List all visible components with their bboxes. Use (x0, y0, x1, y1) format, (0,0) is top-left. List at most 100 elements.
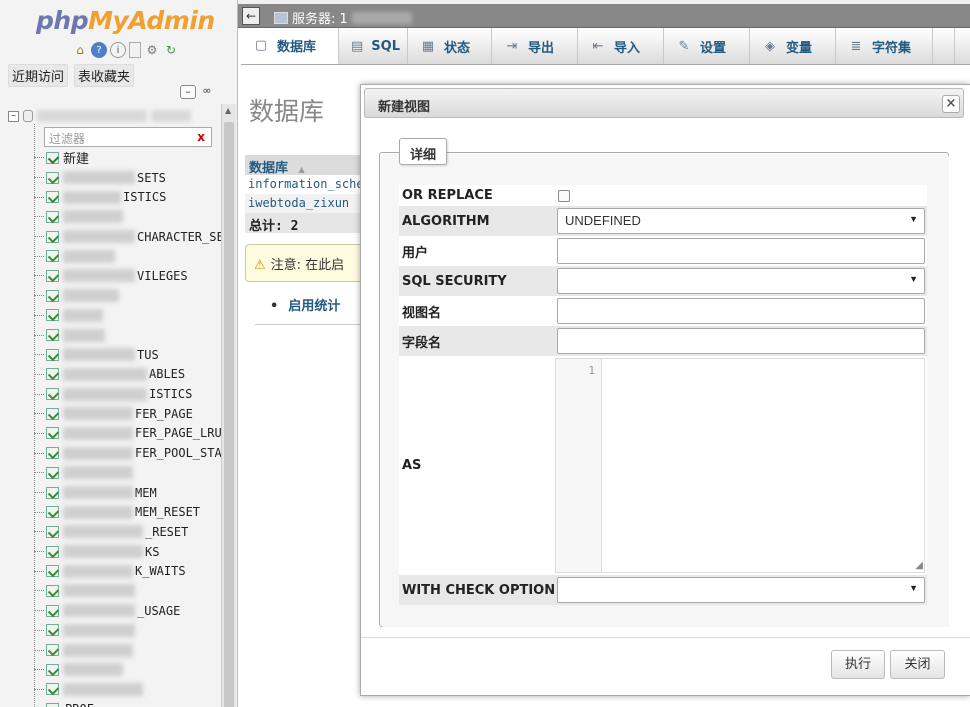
table-icon[interactable] (46, 309, 59, 322)
tab-export[interactable]: ⇥ 导出 (492, 28, 578, 64)
table-list-item[interactable]: CHARACTER_SE (34, 227, 224, 247)
or-replace-checkbox[interactable] (558, 189, 570, 202)
enable-statistics-link[interactable]: 启用统计 (288, 299, 340, 314)
database-row-information-schema[interactable]: information_sche (245, 175, 365, 194)
scrollbar-thumb[interactable] (224, 122, 234, 707)
table-list-item[interactable] (34, 640, 224, 660)
table-icon[interactable] (46, 584, 59, 597)
table-icon[interactable] (46, 329, 59, 342)
database-row-iwebtoda-zixun[interactable]: iwebtoda_zixun (245, 194, 365, 213)
table-icon[interactable] (46, 703, 59, 707)
table-icon[interactable] (46, 506, 59, 519)
table-icon[interactable] (46, 683, 59, 696)
table-icon[interactable] (46, 171, 59, 184)
tab-wrench[interactable]: ✎ 设置 (664, 28, 750, 64)
recent-link[interactable]: 近期访问 (8, 64, 69, 87)
with-check-option-select[interactable]: ▼ (557, 577, 925, 603)
phpmyadmin-logo[interactable]: phpMyAdmin (36, 6, 215, 35)
table-icon[interactable] (46, 466, 59, 479)
sql-security-select[interactable]: ▼ (557, 268, 925, 294)
table-icon[interactable] (46, 269, 59, 282)
back-arrow-icon[interactable]: ← (242, 7, 260, 25)
view-name-input[interactable] (557, 298, 925, 324)
tab-sql[interactable]: ▤ SQL (339, 28, 408, 64)
table-list-item[interactable]: _RESET (34, 522, 224, 542)
table-icon[interactable] (46, 663, 59, 676)
table-list-item[interactable]: KS (34, 542, 224, 562)
table-icon[interactable] (46, 604, 59, 617)
table-list-item[interactable] (34, 207, 224, 227)
table-list-item[interactable]: K_WAITS (34, 561, 224, 581)
docs-icon[interactable] (129, 42, 141, 58)
table-icon[interactable] (46, 348, 59, 361)
tab-status[interactable]: ▦ 状态 (408, 28, 492, 64)
table-icon[interactable] (46, 486, 59, 499)
help-icon[interactable]: ? (91, 42, 107, 58)
table-list-item[interactable] (34, 581, 224, 601)
table-list-item[interactable] (34, 286, 224, 306)
table-list-item[interactable]: _USAGE (34, 601, 224, 621)
as-sql-editor[interactable]: 1 ◢ (555, 358, 925, 573)
dialog-titlebar[interactable]: 新建视图 × (364, 88, 964, 118)
tab-variables[interactable]: ◈ 变量 (750, 28, 836, 64)
table-icon[interactable] (46, 210, 59, 223)
settings-icon[interactable]: ⚙ (144, 42, 160, 58)
table-filter-input[interactable]: 过滤器 x (44, 127, 212, 147)
table-icon[interactable] (46, 427, 59, 440)
table-list-item[interactable]: FER_POOL_STA (34, 443, 224, 463)
table-list-item[interactable]: VILEGES (34, 266, 224, 286)
table-icon[interactable] (46, 191, 59, 204)
table-list-item[interactable]: ISTICS (34, 187, 224, 207)
table-icon[interactable] (46, 545, 59, 558)
tab-more[interactable] (933, 28, 955, 64)
resize-handle-icon[interactable]: ◢ (915, 560, 923, 571)
tab-database[interactable]: ▢ 数据库 (241, 28, 339, 64)
table-icon[interactable] (46, 230, 59, 243)
table-list-item[interactable]: ABLES (34, 365, 224, 385)
new-table-item[interactable]: 新建 (34, 148, 224, 168)
field-names-input[interactable] (557, 328, 925, 354)
table-list-item[interactable]: MEM_RESET (34, 502, 224, 522)
table-icon[interactable] (46, 565, 59, 578)
table-list-item[interactable]: MEM (34, 483, 224, 503)
table-list-item[interactable]: ISTICS (34, 384, 224, 404)
tab-charset[interactable]: ≣ 字符集 (836, 28, 933, 64)
table-icon[interactable] (46, 388, 59, 401)
table-icon[interactable] (46, 250, 59, 263)
database-column-header[interactable]: 数据库 ▲ (245, 155, 365, 176)
table-list-item[interactable]: FER_PAGE_LRU (34, 424, 224, 444)
table-list-item[interactable]: SETS (34, 168, 224, 188)
table-icon[interactable] (46, 644, 59, 657)
collapse-icon[interactable]: – (8, 110, 19, 122)
table-list-item[interactable] (34, 306, 224, 326)
link-icon[interactable]: ∞ (199, 85, 215, 99)
table-list-item[interactable] (34, 325, 224, 345)
nav-scrollbar[interactable]: ▲ (221, 104, 236, 707)
table-list-item[interactable]: PROF (34, 699, 224, 707)
execute-button[interactable]: 执行 (831, 650, 885, 679)
user-input[interactable] (557, 238, 925, 264)
table-list-item[interactable] (34, 621, 224, 641)
table-icon[interactable] (46, 368, 59, 381)
table-icon[interactable] (46, 624, 59, 637)
table-list-item[interactable]: FER_PAGE (34, 404, 224, 424)
table-icon[interactable] (46, 447, 59, 460)
table-list-item[interactable] (34, 680, 224, 700)
table-icon[interactable] (46, 407, 59, 420)
clear-filter-icon[interactable]: x (197, 130, 205, 144)
table-list-item[interactable] (34, 463, 224, 483)
info-icon[interactable]: i (110, 42, 126, 58)
tab-import[interactable]: ⇤ 导入 (578, 28, 664, 64)
algorithm-select[interactable]: UNDEFINED ▼ (557, 208, 925, 234)
close-icon[interactable]: × (942, 95, 960, 113)
close-button[interactable]: 关闭 (890, 650, 945, 679)
table-icon[interactable] (46, 525, 59, 538)
collapse-all-icon[interactable]: – (180, 85, 196, 99)
table-list-item[interactable] (34, 246, 224, 266)
home-icon[interactable]: ⌂ (72, 42, 88, 58)
table-icon[interactable] (46, 289, 59, 302)
server-tree-root[interactable]: – (8, 108, 218, 124)
scroll-up-icon[interactable]: ▲ (225, 106, 231, 115)
table-list-item[interactable]: TUS (34, 345, 224, 365)
breadcrumb[interactable]: 服务器: 1 (274, 8, 412, 27)
